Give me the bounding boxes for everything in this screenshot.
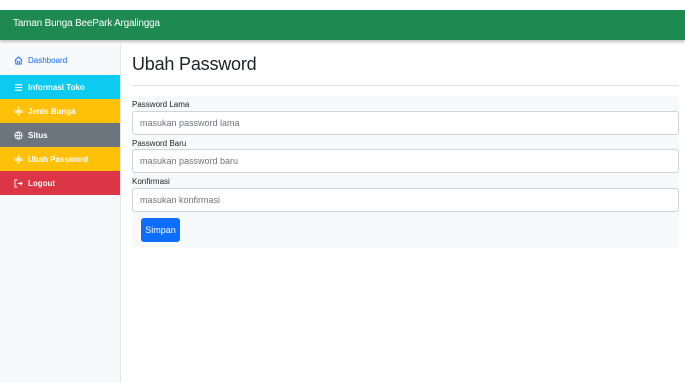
home-icon [13, 55, 23, 65]
brand-title[interactable]: Taman Bunga BeePark Argalingga [13, 18, 160, 29]
old-password-label: Password Lama [132, 100, 190, 109]
confirm-password-label: Konfirmasi [132, 177, 170, 186]
divider [132, 85, 679, 86]
sidebar-item-ubah-password[interactable]: Ubah Password [0, 147, 120, 171]
change-password-form: Password Lama masukan password lama Pass… [132, 96, 679, 248]
sidebar-item-dashboard[interactable]: Dashboard [0, 45, 120, 75]
new-password-input[interactable]: masukan password baru [132, 149, 679, 173]
sidebar-item-situs[interactable]: Situs [0, 123, 120, 147]
confirm-password-input[interactable]: masukan konfirmasi [132, 188, 679, 212]
sidebar-item-label: Logout [28, 178, 56, 188]
sidebar-item-label: Situs [28, 130, 48, 140]
main-content: Ubah Password [132, 50, 680, 86]
top-navbar: Taman Bunga BeePark Argalingga [0, 10, 685, 40]
flower-icon [13, 106, 23, 116]
flower-icon [13, 154, 23, 164]
sidebar: Dashboard Informasi Toko Jenis Bunga Sit… [0, 45, 121, 383]
sidebar-item-label: Ubah Password [28, 154, 89, 164]
list-icon [13, 83, 23, 92]
globe-icon [13, 130, 23, 140]
sidebar-item-label: Jenis Bunga [28, 106, 76, 116]
logout-icon [13, 178, 23, 188]
sidebar-item-label: Dashboard [28, 55, 68, 65]
new-password-label: Password Baru [132, 139, 187, 148]
sidebar-item-jenis-bunga[interactable]: Jenis Bunga [0, 99, 120, 123]
sidebar-item-logout[interactable]: Logout [0, 171, 120, 195]
page-title: Ubah Password [132, 54, 257, 74]
sidebar-item-informasi-toko[interactable]: Informasi Toko [0, 75, 120, 99]
save-button[interactable]: Simpan [141, 218, 180, 242]
sidebar-item-label: Informasi Toko [28, 82, 85, 92]
old-password-input[interactable]: masukan password lama [132, 111, 679, 135]
